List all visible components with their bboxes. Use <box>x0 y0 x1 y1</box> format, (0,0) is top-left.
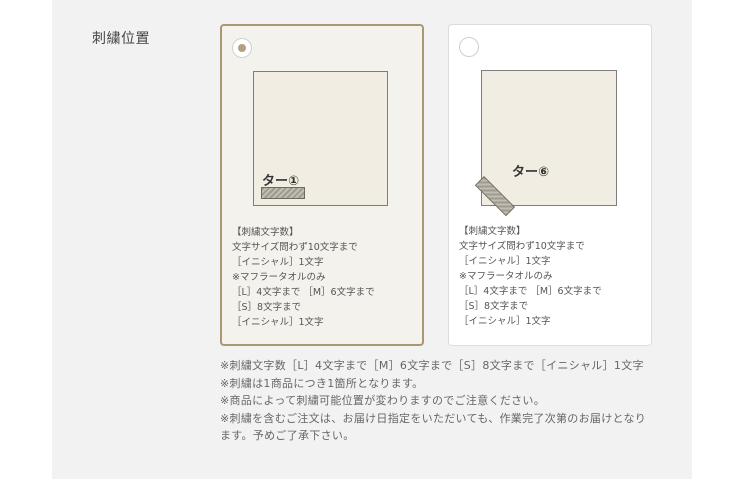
embroidery-area-marker <box>261 187 305 199</box>
position-tag: ター⑥ <box>512 165 550 180</box>
description-line: ※マフラータオルのみ <box>232 272 326 283</box>
description-line: ※マフラータオルのみ <box>459 271 553 282</box>
description-line: 【刺繍文字数】 <box>232 227 299 238</box>
towel-diagram: ター⑥ <box>474 70 617 217</box>
description-line: ［S］8文字まで <box>232 302 302 313</box>
note-line: ※刺繍を含むご注文は、お届け日指定をいただいても、作業完了次第のお届けとなります… <box>220 411 647 443</box>
description-line: 【刺繍文字数】 <box>459 226 526 237</box>
radio-button-option-1[interactable] <box>232 38 252 58</box>
option-description: 【刺繍文字数】 文字サイズ問わず10文字まで ［イニシャル］1文字 ※マフラータ… <box>459 224 602 329</box>
note-line: ※刺繍は1商品につき1箇所となります。 <box>220 376 424 390</box>
description-line: ［S］8文字まで <box>459 301 529 312</box>
radio-button-option-2[interactable] <box>459 37 479 57</box>
note-line: ※商品によって刺繍可能位置が変わりますのでご注意ください。 <box>220 394 546 407</box>
position-option-2[interactable]: ター⑥ 【刺繍文字数】 文字サイズ問わず10文字まで ［イニシャル］1文字 ※マ… <box>448 24 652 346</box>
description-line: ［L］4文字まで ［M］6文字まで <box>232 287 375 298</box>
notes: ※刺繍文字数［L］4文字まで［M］6文字まで［S］8文字まで［イニシャル］1文字… <box>220 357 650 445</box>
description-line: ［イニシャル］1文字 <box>232 257 324 268</box>
description-line: 文字サイズ問わず10文字まで <box>232 242 358 253</box>
description-line: ［イニシャル］1文字 <box>232 317 324 328</box>
description-line: ［イニシャル］1文字 <box>459 316 551 327</box>
description-line: 文字サイズ問わず10文字まで <box>459 241 585 252</box>
towel-diagram: ター① <box>253 71 388 206</box>
description-line: ［イニシャル］1文字 <box>459 256 551 267</box>
position-option-1[interactable]: ター① 【刺繍文字数】 文字サイズ問わず10文字まで ［イニシャル］1文字 ※マ… <box>220 24 424 346</box>
note-line: ※刺繍文字数［L］4文字まで［M］6文字まで［S］8文字まで［イニシャル］1文字 <box>220 359 644 372</box>
section-label: 刺繍位置 <box>92 31 150 47</box>
description-line: ［L］4文字まで ［M］6文字まで <box>459 286 602 297</box>
option-description: 【刺繍文字数】 文字サイズ問わず10文字まで ［イニシャル］1文字 ※マフラータ… <box>232 225 375 330</box>
radio-selected-dot <box>238 44 246 52</box>
embroidery-area-marker <box>474 176 516 217</box>
